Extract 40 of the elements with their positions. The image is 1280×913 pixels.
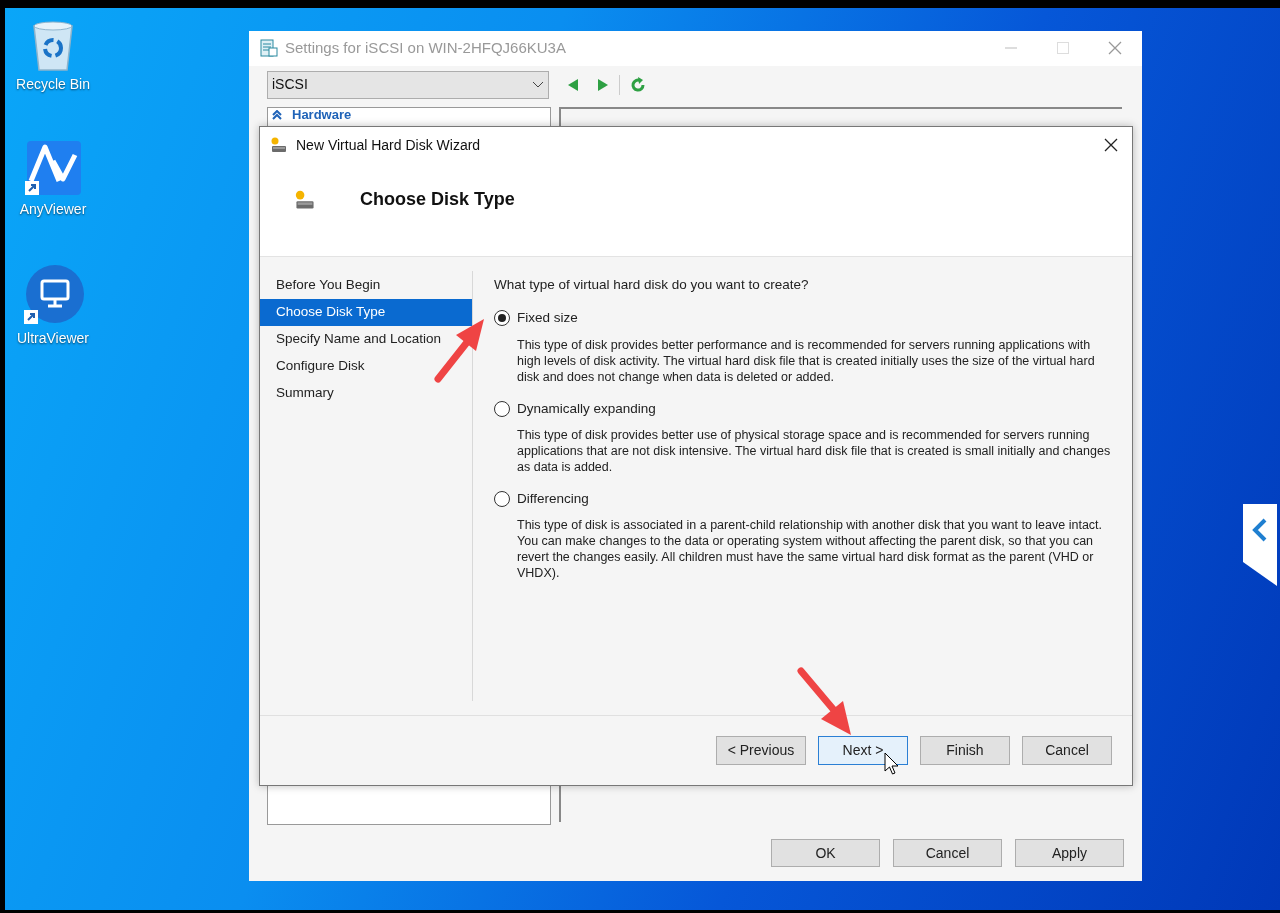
mouse-cursor-icon [884, 752, 900, 776]
page-title: Choose Disk Type [360, 188, 515, 211]
close-icon[interactable] [1104, 138, 1118, 152]
option-description: This type of disk is associated in a parent-child relationship with another disk that you want to leave intact. You can make changes to the data or operating system without affecting the parent disk, so that you can revert the changes easily. All children must have the same virtual hard disk format as the parent (VHD or VHDX). [517, 517, 1104, 581]
wizard-step[interactable]: Choose Disk Type [260, 299, 472, 326]
option-description: This type of disk provides better performance and is recommended for servers running applications with high levels of disk activity. The virtual hard disk file that is created initially uses the size of the virtual hard disk and does not change when data is deleted or added. [517, 336, 1096, 385]
radio-label[interactable]: Dynamically expanding [517, 398, 656, 419]
wizard-button[interactable]: Finish [920, 736, 1010, 765]
wizard-button[interactable]: Cancel [1022, 736, 1112, 765]
chevron-down-icon [532, 80, 544, 89]
radio-button[interactable] [494, 310, 510, 327]
tree-header[interactable]: Hardware [292, 108, 352, 123]
disk-wizard-icon [294, 188, 316, 211]
window-title: Settings for iSCSI on WIN-2HFQJ66KU3A [285, 38, 566, 59]
forward-arrow-icon[interactable] [597, 77, 609, 92]
collapse-icon[interactable] [272, 110, 282, 121]
back-arrow-icon[interactable] [567, 77, 579, 92]
settings-icon [259, 38, 279, 59]
radio-button[interactable] [494, 490, 510, 507]
disk-wizard-icon [270, 136, 288, 154]
radio-button[interactable] [494, 400, 510, 417]
question-text: What type of virtual hard disk do you want to create? [494, 276, 810, 294]
wizard-step[interactable]: Configure Disk [260, 353, 369, 380]
ultraviewer-icon[interactable] [22, 264, 84, 326]
wizard-step[interactable]: Summary [260, 380, 338, 407]
dialog-title: New Virtual Hard Disk Wizard [296, 135, 481, 155]
radio-label[interactable]: Fixed size [517, 308, 578, 329]
anyviewer-icon[interactable] [23, 139, 83, 197]
dialog-button[interactable]: Cancel [893, 839, 1002, 868]
wizard-button[interactable]: < Previous [716, 736, 806, 765]
radio-label[interactable]: Differencing [517, 488, 589, 509]
wizard-step[interactable]: Before You Begin [260, 272, 385, 299]
dialog-button[interactable]: OK [771, 839, 880, 868]
refresh-icon[interactable] [630, 76, 646, 93]
wizard-step[interactable]: Specify Name and Location [260, 326, 446, 353]
option-description: This type of disk provides better use of physical storage space and is recommended for servers running applications that are not disk intensive. The virtual hard disk file that is created is small initially and changes as data is added. [517, 426, 1112, 475]
vm-select[interactable]: iSCSI [267, 70, 549, 99]
side-panel-tab[interactable] [1243, 504, 1277, 586]
dialog-button[interactable]: Apply [1015, 839, 1124, 868]
wizard-button[interactable]: Next > [818, 736, 908, 765]
